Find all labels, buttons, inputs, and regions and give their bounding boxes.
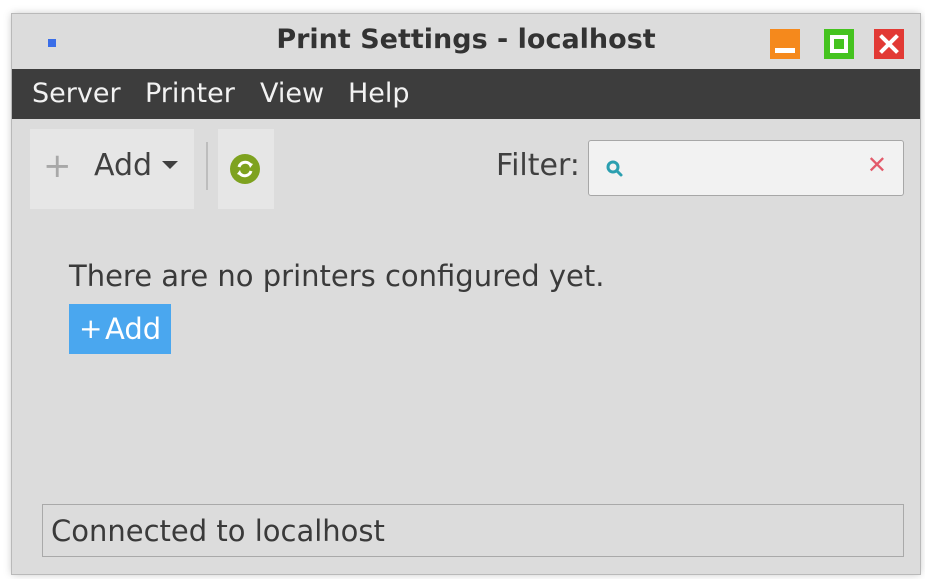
- add-printer-button[interactable]: + Add: [30, 129, 194, 209]
- refresh-icon: [230, 154, 260, 184]
- status-bar: Connected to localhost: [42, 504, 904, 557]
- menu-server[interactable]: Server: [32, 78, 121, 109]
- plus-icon: +: [43, 146, 72, 186]
- add-link-label: Add: [105, 312, 162, 346]
- search-icon: [606, 160, 623, 177]
- plus-icon: +: [79, 312, 103, 345]
- add-printer-link-button[interactable]: + Add: [69, 304, 171, 354]
- minimize-icon[interactable]: [770, 29, 800, 59]
- print-settings-window: Print Settings - localhost Server Printe…: [12, 14, 920, 574]
- toolbar-separator: [206, 142, 208, 190]
- status-text: Connected to localhost: [51, 514, 385, 548]
- add-button-label: Add: [94, 148, 153, 183]
- refresh-button[interactable]: [218, 129, 274, 209]
- menu-help[interactable]: Help: [348, 78, 410, 109]
- title-bar[interactable]: Print Settings - localhost: [12, 14, 920, 69]
- maximize-icon[interactable]: [824, 29, 854, 59]
- empty-state-message: There are no printers configured yet.: [69, 259, 605, 293]
- caret-down-icon[interactable]: [162, 161, 178, 169]
- menu-bar: Server Printer View Help: [12, 69, 920, 119]
- menu-printer[interactable]: Printer: [145, 78, 235, 109]
- close-icon[interactable]: [874, 29, 904, 59]
- filter-label: Filter:: [496, 148, 580, 183]
- clear-icon[interactable]: ✕: [867, 153, 887, 177]
- filter-input[interactable]: [633, 149, 857, 189]
- menu-view[interactable]: View: [260, 78, 324, 109]
- filter-field[interactable]: ✕: [588, 140, 904, 196]
